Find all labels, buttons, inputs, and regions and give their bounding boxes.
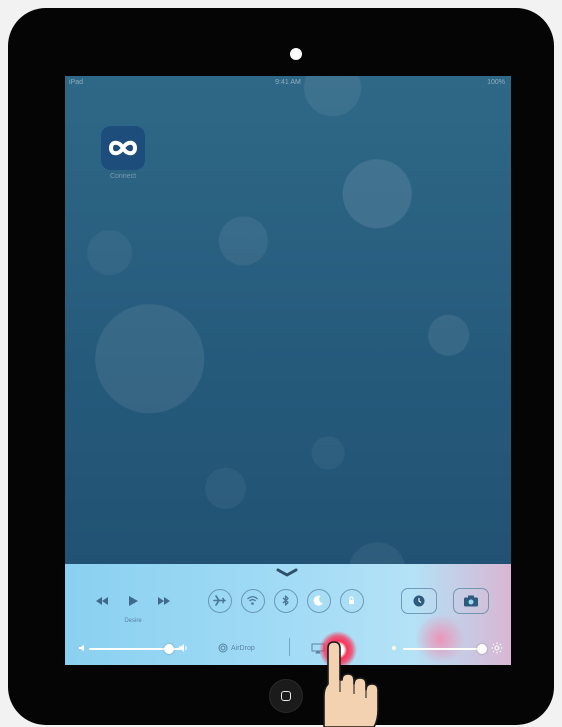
volume-low-icon — [79, 644, 84, 652]
bluetooth-icon — [282, 595, 289, 606]
clock-icon — [413, 595, 425, 607]
moon-icon — [313, 595, 323, 606]
front-camera — [290, 48, 302, 60]
rotation-lock-toggle[interactable] — [340, 589, 364, 613]
connect-app-icon[interactable] — [101, 126, 145, 170]
airplane-mode-toggle[interactable] — [208, 589, 232, 613]
home-square-icon — [281, 691, 291, 701]
volume-slider-knob[interactable] — [164, 644, 174, 654]
chevron-down-icon[interactable] — [276, 568, 298, 578]
ipad-screen: iPad 9:41 AM 100% Connect Desire AirDrop — [65, 76, 511, 665]
bluetooth-toggle[interactable] — [274, 589, 298, 613]
control-center: Desire AirDrop — [65, 564, 511, 665]
divider — [289, 638, 290, 656]
infinity-icon — [108, 140, 138, 156]
glow — [415, 614, 465, 664]
airplane-icon — [213, 595, 226, 606]
rewind-icon[interactable] — [93, 594, 111, 608]
home-button[interactable] — [269, 679, 303, 713]
app-label: Connect — [109, 173, 137, 180]
clock-button[interactable] — [401, 588, 437, 614]
brightness-high-icon — [491, 642, 503, 654]
fast-forward-icon[interactable] — [155, 594, 173, 608]
camera-icon — [464, 595, 478, 607]
status-battery: 100% — [487, 79, 505, 86]
airdrop-icon — [218, 643, 228, 653]
lock-rotation-icon — [349, 596, 354, 604]
status-bar: iPad 9:41 AM 100% — [65, 76, 511, 90]
status-time: 9:41 AM — [275, 79, 301, 86]
wifi-toggle[interactable] — [241, 589, 265, 613]
brightness-slider-track[interactable] — [403, 648, 487, 650]
brightness-slider-knob[interactable] — [477, 644, 487, 654]
do-not-disturb-toggle[interactable] — [307, 589, 331, 613]
camera-button[interactable] — [453, 588, 489, 614]
airdrop-button[interactable]: AirDrop — [218, 643, 255, 655]
now-playing-label: Desire — [124, 618, 142, 624]
play-icon[interactable] — [124, 594, 142, 608]
airdrop-label: AirDrop — [231, 645, 255, 652]
volume-high-icon — [179, 644, 187, 652]
wifi-icon — [247, 596, 258, 605]
pointing-hand-icon — [323, 641, 379, 727]
